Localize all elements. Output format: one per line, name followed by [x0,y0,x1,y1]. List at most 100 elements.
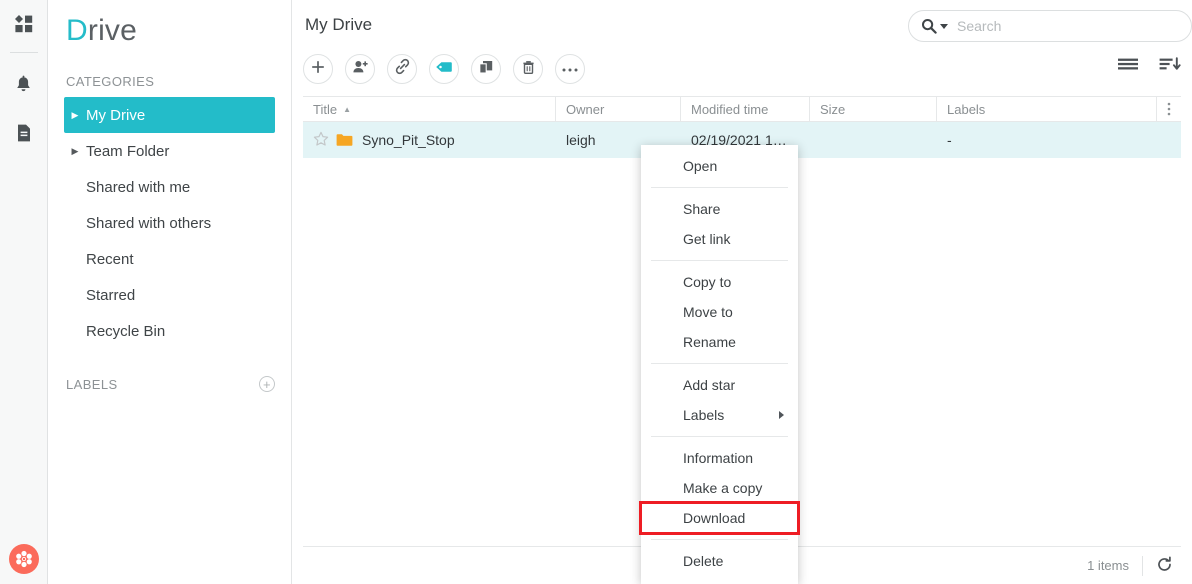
column-header-modified-time[interactable]: Modified time [681,96,810,122]
copy-button[interactable] [471,54,501,84]
sidebar-item-shared-with-me[interactable]: Shared with me [64,169,275,205]
context-menu-item-labels[interactable]: Labels [641,400,798,430]
delete-button[interactable] [513,54,543,84]
sidebar-item-team-folder[interactable]: ▶ Team Folder [64,133,275,169]
context-menu-item-share[interactable]: Share [641,194,798,224]
copy-icon [478,59,494,80]
categories-heading: CATEGORIES [66,74,155,89]
column-header-labels[interactable]: Labels [937,96,1157,122]
action-toolbar [292,52,1192,96]
menu-item-label: Delete [683,553,724,569]
context-menu-item-get-link[interactable]: Get link [641,224,798,254]
column-label: Labels [947,101,986,117]
page-title: My Drive [305,15,373,34]
more-button[interactable] [555,54,585,84]
refresh-icon [1156,555,1173,576]
view-mode-button[interactable] [1117,56,1139,77]
context-menu-item-copy-to[interactable]: Copy to [641,267,798,297]
icon-rail [0,0,48,584]
sort-button[interactable] [1159,56,1181,77]
context-menu[interactable]: Open Share Get link Copy to Move to Rena… [639,145,800,584]
sidebar-item-starred[interactable]: Starred [64,277,275,313]
column-header-size[interactable]: Size [810,96,937,122]
column-header-owner[interactable]: Owner [556,96,681,122]
sidebar-item-label: My Drive [86,106,146,124]
menu-item-label: Move to [683,304,733,320]
cell-labels: - [947,132,952,148]
app-logo: Drive [48,8,291,60]
context-menu-item-make-a-copy[interactable]: Make a copy [641,473,798,503]
context-menu-item-download[interactable]: Download [639,501,800,535]
sidebar-item-recent[interactable]: Recent [64,241,275,277]
toolbar-right-group [1117,56,1181,77]
table-header-row: Title ▲ Owner Modified time Size Labels [303,96,1181,122]
search-icon [921,18,937,34]
context-menu-item-open[interactable]: Open [641,151,798,181]
column-options-button[interactable] [1157,96,1181,122]
item-count: 1 items [1087,558,1129,573]
chevron-right-icon: ▶ [71,145,79,156]
plus-icon [310,59,326,80]
labels-button[interactable] [429,54,459,84]
app-root: Drive CATEGORIES ▶ My Drive ▶ Team Folde… [0,0,1192,584]
menu-separator [651,260,788,261]
menu-item-label: Share [683,201,721,217]
apps-grid-icon[interactable] [0,0,48,48]
folder-icon [336,133,353,147]
column-label: Title [313,101,338,117]
file-name: Syno_Pit_Stop [362,132,455,148]
context-menu-item-information[interactable]: Information [641,443,798,473]
sidebar-item-label: Shared with others [86,214,212,232]
get-link-button[interactable] [387,54,417,84]
chevron-down-icon[interactable] [940,23,948,29]
sidebar-item-label: Starred [86,286,136,304]
logo-rest: rive [87,14,138,47]
labels-section-header: LABELS + [48,371,291,397]
plus-circle-icon[interactable]: + [259,376,275,392]
share-button[interactable] [345,54,375,84]
cell-title: Syno_Pit_Stop [303,122,556,158]
sort-ascending-icon: ▲ [343,104,351,114]
menu-item-label: Download [683,510,746,526]
search-input[interactable]: Search [908,10,1192,42]
sidebar-item-recycle-bin[interactable]: Recycle Bin [64,313,275,349]
menu-separator [651,187,788,188]
sidebar-item-label: Recycle Bin [86,322,166,340]
bell-icon[interactable] [0,61,48,109]
context-menu-item-delete[interactable]: Delete [641,546,798,576]
star-outline-icon[interactable] [313,131,329,150]
menu-item-label: Copy to [683,274,732,290]
sidebar-item-my-drive[interactable]: ▶ My Drive [64,97,275,133]
menu-item-label: Open [683,158,718,174]
column-label: Size [820,101,846,117]
menu-item-label: Rename [683,334,736,350]
column-header-title[interactable]: Title ▲ [303,96,556,122]
top-bar: My Drive Search [292,0,1192,52]
menu-item-label: Information [683,450,754,466]
ellipsis-icon [561,60,579,78]
document-icon[interactable] [0,109,48,157]
context-menu-item-move-to[interactable]: Move to [641,297,798,327]
refresh-button[interactable] [1143,555,1181,576]
context-menu-item-rename[interactable]: Rename [641,327,798,357]
link-icon [394,58,411,80]
search-placeholder: Search [957,18,1002,34]
labels-heading: LABELS [66,376,118,392]
logo-initial: D [66,14,88,47]
list-view-icon [1117,58,1139,76]
menu-separator [651,539,788,540]
chevron-right-icon: ▶ [71,109,79,120]
cell-size [810,122,937,158]
column-label: Modified time [691,101,769,117]
toolbar-left-group [303,54,585,84]
add-person-icon [352,59,369,80]
new-button[interactable] [303,54,333,84]
sort-descending-icon [1159,57,1181,76]
column-label: Owner [566,101,605,117]
rail-divider [9,52,38,53]
tag-icon [435,59,453,80]
synology-drive-icon[interactable] [9,544,39,574]
menu-separator [651,363,788,364]
context-menu-item-add-star[interactable]: Add star [641,370,798,400]
sidebar-item-shared-with-others[interactable]: Shared with others [64,205,275,241]
